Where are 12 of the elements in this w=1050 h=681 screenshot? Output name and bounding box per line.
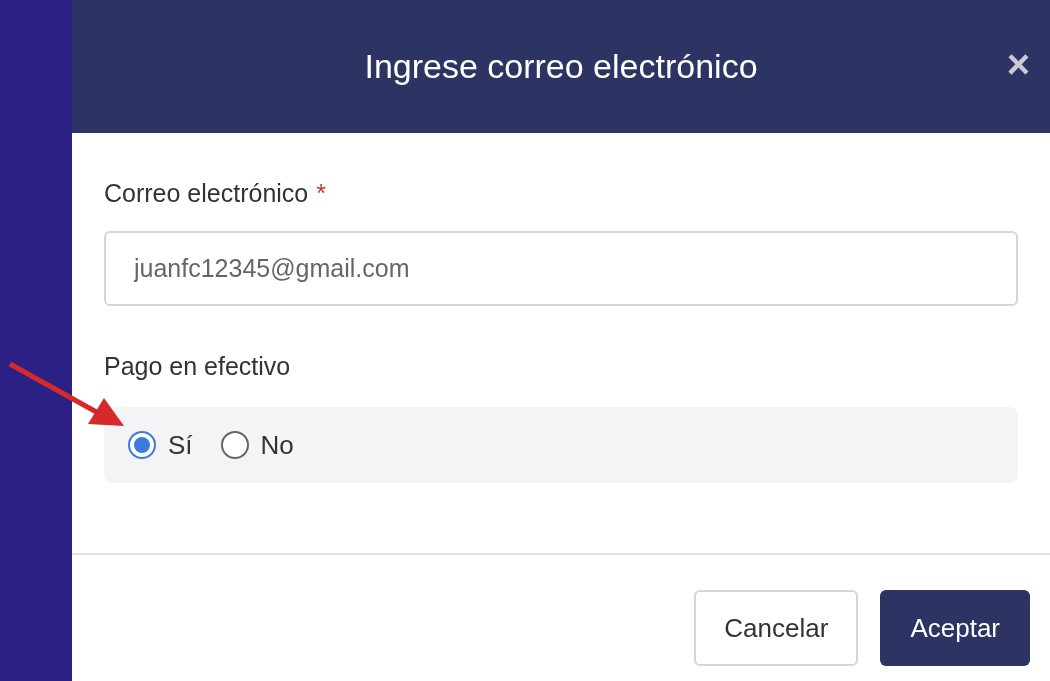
field-label: Correo electrónico	[104, 178, 309, 209]
radio-button[interactable]	[128, 431, 156, 459]
radio-label[interactable]: Sí	[168, 425, 193, 465]
dialog-title: Ingrese correo electrónico	[364, 46, 758, 87]
cancel-button[interactable]: Cancelar	[694, 590, 859, 666]
radio-button[interactable]	[220, 431, 249, 459]
field-label: Pago en efectivo	[104, 350, 292, 382]
required-mark: *	[316, 178, 326, 209]
email-field[interactable]: juanfc12345@gmail.com	[104, 230, 1018, 306]
radio-label[interactable]: No	[260, 425, 294, 465]
close-button[interactable]: ×	[1006, 44, 1030, 84]
accept-button[interactable]: Aceptar	[880, 590, 1030, 666]
